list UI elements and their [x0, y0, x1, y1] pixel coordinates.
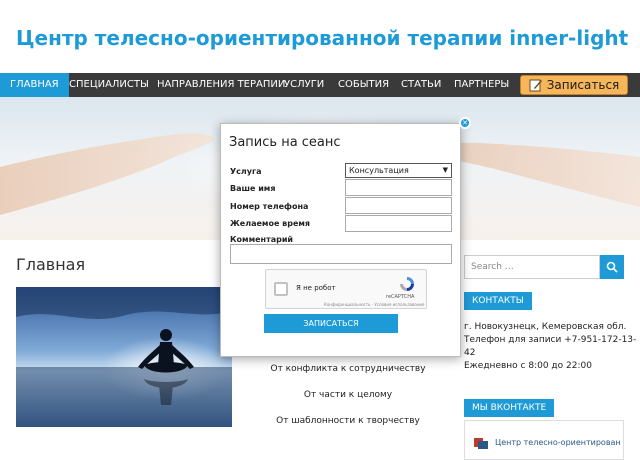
recaptcha-logo-icon — [400, 277, 414, 291]
modal-title: Запись на сеанс — [229, 135, 341, 150]
topic-item: От шаблонности к творчеству — [276, 416, 420, 426]
recaptcha-brand: reCAPTCHA — [386, 294, 415, 300]
site-title[interactable]: Центр телесно-ориентированной терапии in… — [16, 26, 628, 50]
recaptcha-label: Я не робот — [296, 284, 336, 292]
nav-item-therapy-directions[interactable]: Направления терапии — [157, 73, 285, 97]
nav-item-services[interactable]: Услуги — [284, 73, 324, 97]
vk-widget-title: Мы ВКонтакте — [464, 399, 555, 417]
pen-icon — [529, 79, 542, 92]
service-label: Услуга — [230, 167, 262, 176]
nav-item-specialists[interactable]: Специалисты — [69, 73, 149, 97]
book-session-label: Записаться — [546, 78, 620, 92]
vk-group-name[interactable]: Центр телесно-ориентированной терапии in… — [495, 438, 621, 447]
name-field[interactable] — [345, 179, 452, 196]
phone-label: Номер телефона — [230, 202, 309, 211]
contact-hours: Ежедневно с 8:00 до 22:00 — [464, 361, 592, 371]
nav-item-partners[interactable]: Партнеры — [454, 73, 509, 97]
page-heading: Главная — [16, 255, 86, 274]
main-navigation: Главная Специалисты Направления терапии … — [0, 73, 640, 97]
group-logo-icon — [474, 438, 488, 449]
vk-group-card[interactable]: Центр телесно-ориентированной терапии in… — [464, 420, 624, 460]
search-input[interactable]: Search … — [464, 255, 600, 279]
recaptcha-footer[interactable]: Конфиденциальность - Условия использован… — [324, 302, 424, 307]
contacts-widget-title: Контакты — [464, 292, 532, 310]
service-select-value: Консультация — [349, 166, 409, 175]
nav-item-events[interactable]: События — [338, 73, 389, 97]
time-field[interactable] — [345, 215, 452, 232]
page: Центр телесно-ориентированной терапии in… — [0, 0, 640, 460]
comment-field[interactable] — [230, 244, 452, 264]
contact-phone[interactable]: Телефон для записи +7-951-172-13- — [464, 335, 636, 345]
nav-item-articles[interactable]: Статьи — [401, 73, 441, 97]
book-session-button[interactable]: Записаться — [520, 75, 628, 95]
search-button[interactable] — [600, 255, 624, 279]
topic-item: От конфликта к сотрудничеству — [270, 364, 426, 374]
chevron-down-icon: ▼ — [442, 166, 448, 174]
phone-field[interactable] — [345, 197, 452, 214]
booking-modal: ✕ Запись на сеанс Услуга Консультация ▼ … — [220, 117, 471, 357]
comment-label: Комментарий — [230, 235, 294, 244]
topic-item: От части к целому — [303, 390, 393, 400]
search-icon — [606, 261, 618, 273]
contact-phone-suffix[interactable]: 42 — [464, 348, 475, 358]
close-icon[interactable]: ✕ — [459, 117, 471, 129]
submit-button[interactable]: Записаться — [264, 314, 398, 333]
service-select[interactable]: Консультация ▼ — [345, 163, 452, 178]
meditation-photo — [16, 287, 232, 427]
contact-address: г. Новокузнецк, Кемеровская обл. — [464, 322, 627, 332]
time-label: Желаемое время — [230, 219, 311, 228]
recaptcha-widget: Я не робот reCAPTCHA Конфиденциальность … — [265, 269, 427, 309]
name-label: Ваше имя — [230, 184, 276, 193]
nav-item-home[interactable]: Главная — [0, 73, 69, 97]
recaptcha-checkbox[interactable] — [274, 282, 288, 296]
